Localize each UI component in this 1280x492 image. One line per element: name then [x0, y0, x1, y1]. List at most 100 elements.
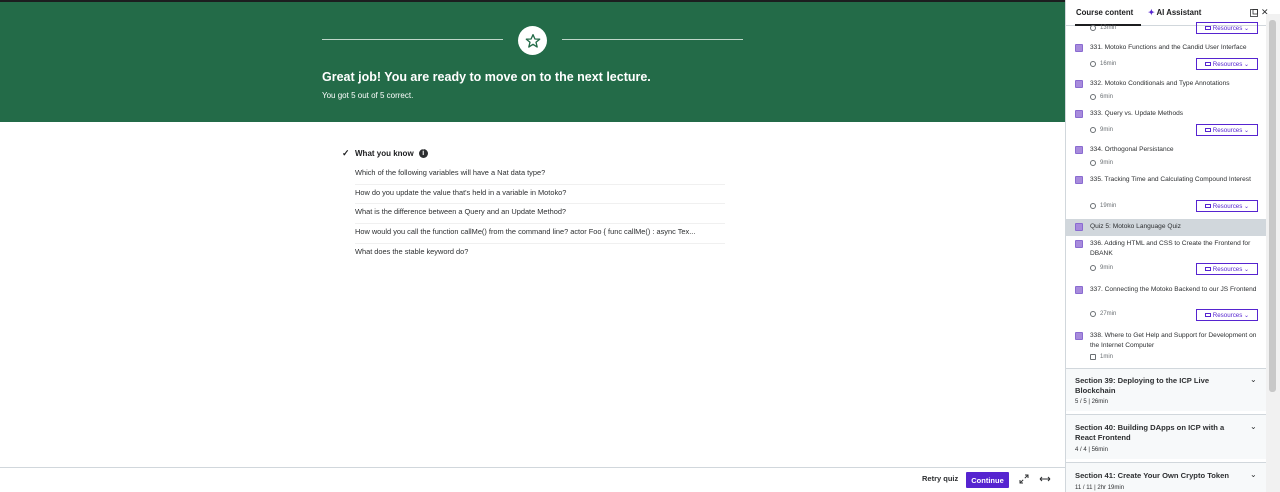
lecture-title: 335. Tracking Time and Calculating Compo… — [1090, 176, 1251, 183]
question-item[interactable]: What is the difference between a Query a… — [355, 204, 725, 225]
quiz-result-area: Great job! You are ready to move on to t… — [0, 0, 1065, 492]
tab-ai-assistant[interactable]: ✦ AI Assistant — [1148, 8, 1201, 17]
question-item[interactable]: What does the stable keyword do? — [355, 244, 725, 264]
section-header[interactable]: Section 41: Create Your Own Crypto Token… — [1066, 462, 1266, 492]
clock-icon — [1090, 265, 1096, 271]
lecture-title: 337. Connecting the Motoko Backend to ou… — [1090, 286, 1257, 293]
resources-button[interactable]: Resources ⌄ — [1196, 309, 1258, 321]
info-icon[interactable]: i — [418, 148, 428, 158]
lecture-item[interactable]: 336. Adding HTML and CSS to Create the F… — [1066, 236, 1266, 282]
tab-ai-label: AI Assistant — [1156, 8, 1202, 17]
lecture-title: 338. Where to Get Help and Support for D… — [1090, 332, 1257, 349]
section-meta: 4 / 4 | 56min — [1075, 447, 1108, 453]
tab-course-content[interactable]: Course content — [1076, 8, 1133, 17]
lecture-title: 334. Orthogonal Persistance — [1090, 146, 1174, 153]
lecture-meta: 9min — [1090, 160, 1113, 166]
checkmark-icon: ✓ — [342, 147, 350, 158]
lecture-meta: 9min — [1090, 127, 1113, 133]
resources-button[interactable]: Resources ⌄ — [1196, 200, 1258, 212]
lecture-meta: 16min — [1090, 61, 1116, 67]
section-meta: 11 / 11 | 2hr 19min — [1075, 485, 1125, 491]
section-header[interactable]: Section 40: Building DApps on ICP with a… — [1066, 414, 1266, 459]
resources-button[interactable]: Resources ⌄ — [1196, 22, 1258, 34]
resources-button[interactable]: Resources ⌄ — [1196, 58, 1258, 70]
lecture-title: Quiz 5: Motoko Language Quiz — [1090, 223, 1181, 230]
clock-icon — [1090, 61, 1096, 67]
list-item[interactable]: 13min Resources ⌄ — [1066, 22, 1266, 38]
lecture-checkbox[interactable] — [1075, 80, 1083, 88]
lecture-checkbox[interactable] — [1075, 332, 1083, 340]
lecture-meta: 27min — [1090, 311, 1116, 317]
lecture-checkbox[interactable] — [1075, 176, 1083, 184]
quiz-footer: Retry quiz Continue — [0, 467, 1065, 492]
lecture-meta: 13min — [1090, 25, 1116, 31]
section-title: Section 39: Deploying to the ICP Live Bl… — [1075, 376, 1210, 395]
question-item[interactable]: How do you update the value that's held … — [355, 185, 725, 205]
clock-icon — [1090, 160, 1096, 166]
continue-button[interactable]: Continue — [966, 472, 1009, 488]
star-icon — [525, 33, 540, 48]
lecture-meta: 19min — [1090, 203, 1116, 209]
chevron-down-icon: ⌄ — [1250, 375, 1257, 384]
what-you-know-title: What you know — [355, 148, 414, 158]
scrollbar-thumb[interactable] — [1269, 20, 1276, 392]
clock-icon — [1090, 94, 1096, 100]
lecture-checkbox[interactable] — [1075, 286, 1083, 294]
sparkle-icon: ✦ — [1148, 8, 1155, 17]
lecture-item[interactable]: 331. Motoko Functions and the Candid Use… — [1066, 40, 1266, 76]
result-score: You got 5 out of 5 correct. — [322, 91, 414, 100]
popout-icon[interactable] — [1250, 9, 1258, 17]
question-item[interactable]: How would you call the function callMe()… — [355, 224, 725, 244]
folder-icon — [1204, 128, 1211, 132]
chevron-down-icon: ⌄ — [1250, 470, 1257, 479]
lecture-checkbox[interactable] — [1075, 146, 1083, 154]
expand-width-icon[interactable] — [1039, 474, 1051, 484]
result-banner: Great job! You are ready to move on to t… — [0, 0, 1065, 122]
lecture-item[interactable]: 335. Tracking Time and Calculating Compo… — [1066, 172, 1266, 218]
folder-icon — [1204, 62, 1211, 66]
lecture-title: 333. Query vs. Update Methods — [1090, 110, 1184, 117]
folder-icon — [1204, 313, 1211, 317]
lecture-item[interactable]: 338. Where to Get Help and Support for D… — [1066, 328, 1266, 366]
lecture-checkbox[interactable] — [1075, 110, 1083, 118]
section-title: Section 41: Create Your Own Crypto Token — [1075, 471, 1230, 480]
course-sidebar: Course content ✦ AI Assistant ✕ 13min Res… — [1065, 0, 1280, 492]
question-item[interactable]: Which of the following variables will ha… — [355, 165, 725, 185]
sidebar-scrollbar[interactable] — [1266, 14, 1280, 492]
lecture-meta: 9min — [1090, 265, 1113, 271]
clock-icon — [1090, 25, 1096, 31]
lecture-meta: 6min — [1090, 94, 1113, 100]
chevron-down-icon: ⌄ — [1250, 422, 1257, 431]
retry-quiz-button[interactable]: Retry quiz — [922, 474, 958, 483]
what-you-know-header: ✓ What you know i — [342, 146, 732, 160]
resources-button[interactable]: Resources ⌄ — [1196, 124, 1258, 136]
lecture-checkbox[interactable] — [1075, 223, 1083, 231]
star-badge — [518, 26, 547, 55]
clock-icon — [1090, 311, 1096, 317]
lecture-item[interactable]: 333. Query vs. Update Methods 9min Resou… — [1066, 106, 1266, 142]
expand-icon[interactable] — [1019, 474, 1029, 484]
result-title: Great job! You are ready to move on to t… — [322, 70, 651, 84]
what-you-know-panel: ✓ What you know i Which of the following… — [342, 146, 732, 263]
folder-icon — [1204, 204, 1211, 208]
resources-button[interactable]: Resources ⌄ — [1196, 263, 1258, 275]
section-meta: 5 / 5 | 26min — [1075, 399, 1108, 405]
banner-divider-left — [322, 39, 503, 40]
lecture-title: 332. Motoko Conditionals and Type Annota… — [1090, 80, 1230, 87]
question-list: Which of the following variables will ha… — [355, 165, 732, 263]
lecture-item[interactable]: 332. Motoko Conditionals and Type Annota… — [1066, 76, 1266, 106]
lecture-checkbox[interactable] — [1075, 44, 1083, 52]
lecture-item[interactable]: 337. Connecting the Motoko Backend to ou… — [1066, 282, 1266, 328]
clock-icon — [1090, 127, 1096, 133]
banner-divider-right — [562, 39, 743, 40]
lecture-checkbox[interactable] — [1075, 240, 1083, 248]
folder-icon — [1204, 26, 1211, 30]
lecture-item-active[interactable]: Quiz 5: Motoko Language Quiz — [1066, 219, 1266, 236]
section-header[interactable]: Section 39: Deploying to the ICP Live Bl… — [1066, 368, 1266, 411]
folder-icon — [1204, 267, 1211, 271]
lecture-title: 331. Motoko Functions and the Candid Use… — [1090, 44, 1247, 51]
doc-icon — [1090, 354, 1096, 360]
lecture-title: 336. Adding HTML and CSS to Create the F… — [1090, 240, 1251, 257]
lecture-item[interactable]: 334. Orthogonal Persistance 9min — [1066, 142, 1266, 172]
clock-icon — [1090, 203, 1096, 209]
